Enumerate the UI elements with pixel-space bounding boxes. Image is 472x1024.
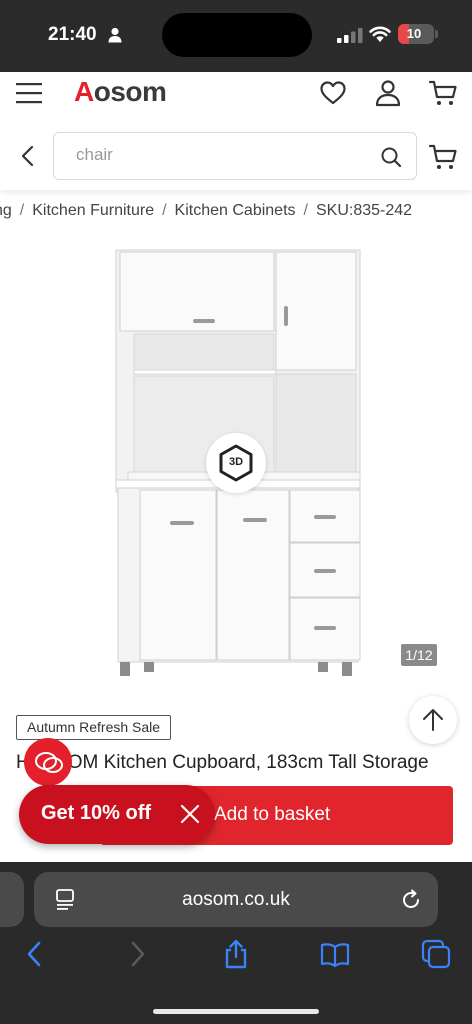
search-box[interactable] [53, 132, 417, 180]
breadcrumb-sku: SKU:835-242 [315, 202, 413, 219]
add-to-basket-label: Add to basket [214, 804, 331, 825]
signal-icon [337, 28, 363, 43]
breadcrumb-separator: / [19, 202, 25, 219]
heart-icon[interactable] [318, 78, 348, 108]
person-icon [108, 27, 122, 43]
previous-tab-preview[interactable] [0, 872, 24, 927]
badge-3d-label: 3D [228, 456, 244, 468]
bookmarks-icon[interactable] [320, 939, 350, 969]
battery-percent: 10 [406, 26, 422, 41]
battery-nub [435, 30, 438, 38]
close-icon[interactable] [179, 803, 201, 825]
browser-toolbar: aosom.co.uk [0, 862, 472, 1024]
menu-icon[interactable] [16, 82, 42, 104]
breadcrumb-item-kitchen-furniture[interactable]: Kitchen Furniture [32, 202, 154, 219]
address-bar[interactable]: aosom.co.uk [34, 872, 438, 927]
wifi-icon [369, 26, 391, 42]
breadcrumb-item[interactable]: ng [0, 202, 12, 219]
status-bar: 21:40 10 [0, 0, 472, 72]
view-3d-button[interactable]: 3D [206, 433, 266, 493]
status-time: 21:40 [48, 24, 97, 45]
url-text[interactable]: aosom.co.uk [34, 889, 438, 911]
scroll-to-top-button[interactable] [409, 696, 457, 744]
forward-arrow-icon[interactable] [122, 939, 152, 969]
reload-icon[interactable] [400, 889, 422, 911]
home-indicator [153, 1009, 319, 1014]
battery-indicator: 10 [398, 24, 434, 44]
aosom-logo[interactable]: Aosom [74, 76, 167, 108]
account-icon[interactable] [373, 78, 403, 108]
back-arrow-icon[interactable] [20, 939, 50, 969]
offer-label: Get 10% off [41, 802, 152, 824]
arrow-up-icon [423, 709, 443, 731]
cart-icon[interactable] [428, 78, 458, 108]
sale-tag: Autumn Refresh Sale [16, 715, 172, 740]
logo-letter-a: A [74, 76, 94, 107]
breadcrumb: ng / Kitchen Furniture / Kitchen Cabinets / SK… [0, 200, 472, 224]
image-counter: 1/12 [401, 644, 437, 666]
breadcrumb-item-kitchen-cabinets[interactable]: Kitchen Cabinets [175, 202, 296, 219]
product-title: H OM Kitchen Cupboard, 183cm Tall Storag… [16, 752, 429, 773]
logo-text: osom [93, 76, 167, 107]
search-icon[interactable] [380, 146, 402, 168]
back-chevron-icon[interactable] [16, 144, 40, 168]
breadcrumb-separator: / [162, 202, 167, 219]
tabs-icon[interactable] [421, 939, 451, 969]
chat-icon [35, 752, 63, 773]
discount-offer-pill[interactable]: Get 10% off [19, 785, 215, 844]
cart-icon[interactable] [428, 142, 458, 172]
site-header: Aosom [0, 72, 472, 190]
search-input[interactable] [76, 145, 356, 165]
dynamic-island [162, 13, 312, 57]
chat-button[interactable] [24, 738, 72, 786]
breadcrumb-separator: / [303, 202, 308, 219]
share-icon[interactable] [221, 939, 251, 969]
